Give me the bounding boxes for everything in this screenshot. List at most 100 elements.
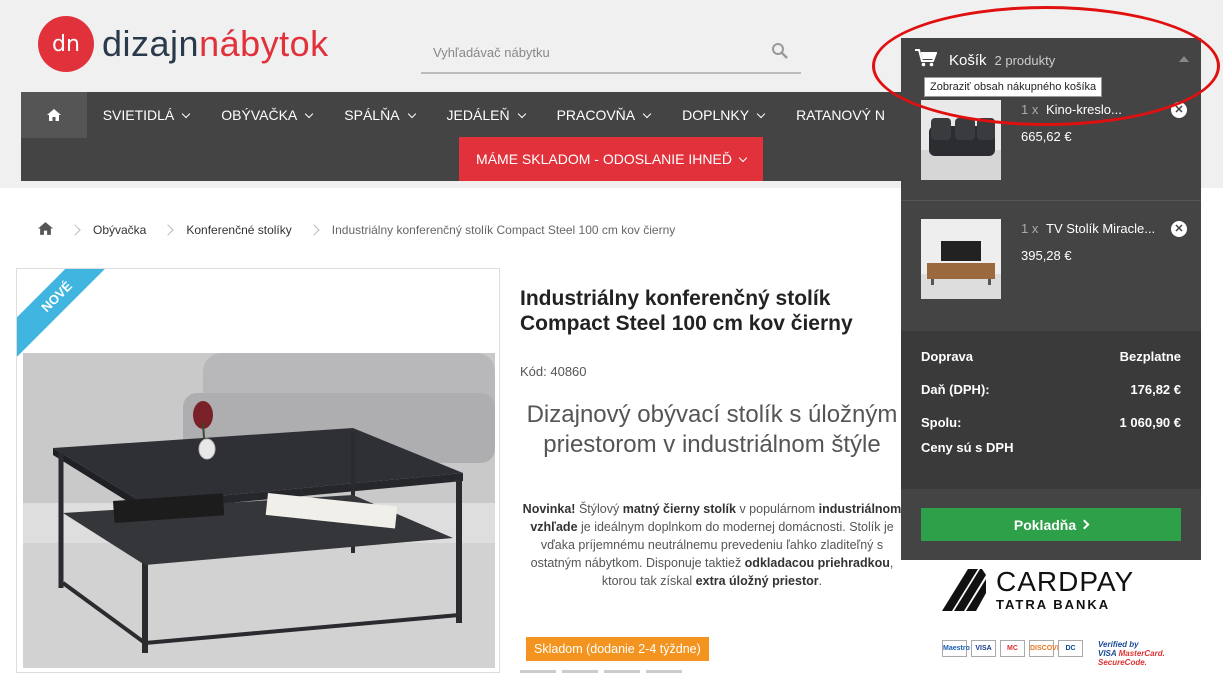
product-image-gallery[interactable]: NOVÉ <box>16 268 500 673</box>
chevron-down-icon <box>756 109 766 118</box>
cart-item-qty: 1 x <box>1021 221 1039 236</box>
breadcrumb: Obývačka Konferenčné stolíky Industriáln… <box>38 222 675 238</box>
logo-text: dizajnnábytok <box>102 23 329 65</box>
shipping-row: Doprava Bezplatne <box>921 349 1181 364</box>
nav-item-ratanovy[interactable]: RATANOVÝ N <box>780 92 901 138</box>
nav-item-svietidla[interactable]: SVIETIDLÁ <box>87 92 206 138</box>
chevron-down-icon <box>182 109 191 118</box>
discover-icon: DISCOVER <box>1029 640 1067 657</box>
breadcrumb-current: Industriálny konferenčný stolík Compact … <box>331 223 676 237</box>
cart-item-name[interactable]: Kino-kreslo... <box>1046 102 1122 117</box>
cart-item: 1 x Kino-kreslo... 665,62 € ✕ <box>901 82 1201 200</box>
cart-item-price: 665,62 € <box>1021 129 1072 144</box>
cardpay-text: CARDPAY <box>996 566 1135 597</box>
chevron-right-icon <box>1079 519 1090 530</box>
cardpay-mark <box>942 568 986 611</box>
cart-count: 2 produkty <box>994 52 1056 68</box>
card-logos: Maestro VISA MC DISCOVER DC <box>942 640 1083 657</box>
cart-item-price: 395,28 € <box>1021 248 1072 263</box>
cart-item-thumbnail[interactable] <box>921 219 1001 299</box>
securecode-text: SecureCode. <box>1098 658 1147 667</box>
cart-tooltip: Zobraziť obsah nákupného košíka <box>924 77 1103 97</box>
nav-item-label: RATANOVÝ N <box>796 107 885 123</box>
cart-item-thumbnail[interactable] <box>921 100 1001 180</box>
nav-item-label: OBÝVAČKA <box>221 107 298 123</box>
chevron-down-icon <box>407 109 416 118</box>
logo-text-b: nábytok <box>199 23 329 64</box>
shipping-value: Bezplatne <box>1119 349 1181 364</box>
verified-by-text: Verified by <box>1098 640 1139 649</box>
cart-item-name[interactable]: TV Stolík Miracle... <box>1046 221 1155 236</box>
mastercard-text: MasterCard. <box>1118 649 1165 658</box>
diners-icon: DC <box>1058 640 1083 657</box>
maestro-icon: Maestro <box>942 640 970 657</box>
cart-icon <box>915 48 938 72</box>
nav-item-pracovna[interactable]: PRACOVŇA <box>541 92 667 138</box>
cart-item: 1 x TV Stolík Miracle... 395,28 € ✕ <box>901 200 1201 318</box>
tax-value: 176,82 € <box>1130 382 1181 397</box>
product-title: Industriálny konferenčný stolík Compact … <box>520 287 853 335</box>
desc-strong: extra úložný priestor <box>695 574 819 588</box>
search-input[interactable] <box>421 34 751 70</box>
chevron-down-icon <box>642 109 652 118</box>
nav-item-label: PRACOVŇA <box>556 107 636 123</box>
checkout-button[interactable]: Pokladňa <box>921 508 1181 541</box>
product-code: Kód: 40860 <box>520 364 587 379</box>
product-description: Novinka! Štýlový matný čierny stolík v p… <box>522 500 902 590</box>
chevron-down-icon <box>305 109 314 118</box>
search-bar <box>421 34 801 74</box>
nav-item-spalna[interactable]: SPÁLŇA <box>328 92 430 138</box>
desc-text: Štýlový <box>575 502 623 516</box>
cart-item-qty: 1 x <box>1021 102 1039 117</box>
chevron-right-icon <box>162 224 175 236</box>
chevron-down-icon <box>517 109 526 118</box>
chevron-right-icon <box>308 224 320 236</box>
cart-dropdown: 1 x Kino-kreslo... 665,62 € ✕ 1 x TV Sto… <box>901 82 1201 560</box>
nav-item-label: SPÁLŇA <box>344 107 400 123</box>
breadcrumb-link[interactable]: Konferenčné stolíky <box>186 223 291 237</box>
chevron-down-icon <box>738 153 748 162</box>
remove-item-icon[interactable]: ✕ <box>1171 221 1187 237</box>
site-logo[interactable]: dn dizajnnábytok <box>38 16 329 72</box>
logo-mark: dn <box>38 16 94 72</box>
cart-totals: Doprava Bezplatne Daň (DPH): 176,82 € Spol… <box>901 331 1201 489</box>
cart-toggle[interactable]: Košík 2 produkty <box>901 38 1201 82</box>
new-ribbon: NOVÉ <box>17 269 117 357</box>
cardpay-logo: CARDPAY TATRA BANKA <box>942 568 1134 611</box>
chevron-right-icon <box>69 224 81 236</box>
breadcrumb-link[interactable]: Obývačka <box>93 223 146 237</box>
home-icon[interactable] <box>38 222 53 238</box>
nav-item-label: JEDÁLEŇ <box>446 107 510 123</box>
total-value: 1 060,90 € <box>1119 415 1181 430</box>
search-icon[interactable] <box>771 42 791 62</box>
home-icon[interactable] <box>21 92 87 138</box>
visa-icon: VISA <box>971 640 996 657</box>
desc-text: . <box>818 574 823 588</box>
mastercard-icon: MC <box>1000 640 1025 657</box>
shipping-label: Doprava <box>921 349 974 364</box>
nav-item-label: DOPLNKY <box>682 107 750 123</box>
nav-item-obyvacka[interactable]: OBÝVAČKA <box>205 92 328 138</box>
tax-row: Daň (DPH): 176,82 € <box>921 382 1181 397</box>
total-label: Spolu: <box>921 415 962 430</box>
nav-item-jedalen[interactable]: JEDÁLEŇ <box>431 92 541 138</box>
main-nav: SVIETIDLÁ OBÝVAČKA SPÁLŇA JEDÁLEŇ PRACOV… <box>21 92 901 181</box>
desc-text: v populárnom <box>735 502 819 516</box>
total-row: Spolu: 1 060,90 € <box>921 415 1181 430</box>
desc-strong: matný čierny stolík <box>622 502 736 516</box>
product-subtitle: Dizajnový obývací stolík s úložným pries… <box>526 401 898 458</box>
nav-item-label: SVIETIDLÁ <box>102 107 175 123</box>
remove-item-icon[interactable]: ✕ <box>1171 102 1187 118</box>
bank-text: TATRA BANKA <box>996 597 1111 612</box>
vat-note: Ceny sú s DPH <box>921 440 1181 455</box>
vat-note-text: Ceny sú s DPH <box>921 440 1014 455</box>
product-photo <box>23 353 495 668</box>
in-stock-menu-button[interactable]: MÁME SKLADOM - ODOSLANIE IHNEĎ <box>459 137 763 181</box>
chevron-up-icon <box>1179 56 1189 62</box>
nav-item-doplnky[interactable]: DOPLNKY <box>666 92 780 138</box>
checkout-label: Pokladňa <box>1013 516 1077 533</box>
in-stock-label: MÁME SKLADOM - ODOSLANIE IHNEĎ <box>476 151 732 167</box>
tax-label: Daň (DPH): <box>921 382 990 397</box>
stock-badge: Skladom (dodanie 2-4 týždne) <box>526 637 709 661</box>
cart-title: Košík <box>949 51 987 69</box>
